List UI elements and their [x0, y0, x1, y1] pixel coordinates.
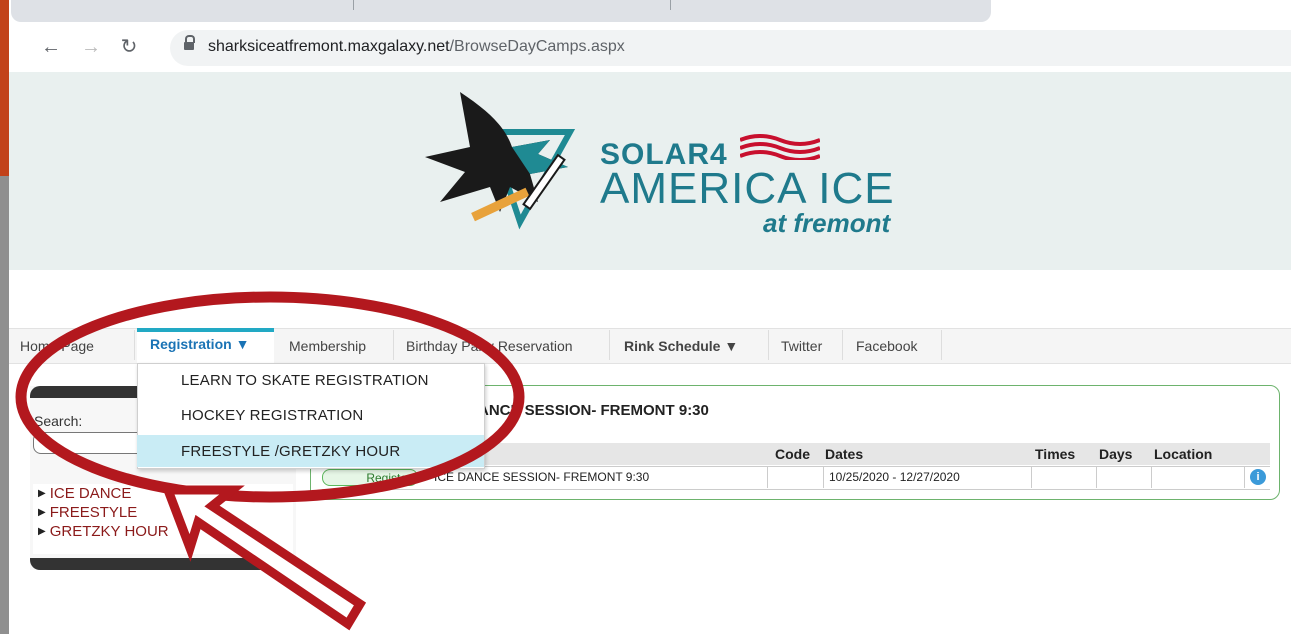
tab-strip[interactable]	[11, 0, 991, 22]
menu-membership[interactable]: Membership	[289, 336, 366, 356]
cell-dates: 10/25/2020 - 12/27/2020	[829, 470, 960, 484]
register-button[interactable]: Register	[322, 469, 418, 486]
dropdown-item-learn-to-skate[interactable]: LEARN TO SKATE REGISTRATION	[181, 372, 429, 389]
menu-separator	[842, 330, 843, 360]
category-link-ice-dance[interactable]: ▶ ICE DANCE	[38, 485, 131, 502]
cell-program-name: ICE DANCE SESSION- FREMONT 9:30	[434, 470, 650, 484]
window-edge-shade	[0, 176, 9, 634]
menu-separator	[393, 330, 394, 360]
dropdown-item-hockey[interactable]: HOCKEY REGISTRATION	[181, 407, 363, 424]
search-label: Search:	[34, 413, 83, 429]
menu-separator	[134, 330, 135, 360]
column-header-location: Location	[1154, 446, 1213, 462]
logo-fremont-text: at fremont	[763, 208, 891, 238]
url-text[interactable]: sharksiceatfremont.maxgalaxy.net/BrowseD…	[208, 38, 625, 56]
info-bubble-icon[interactable]: i	[1250, 469, 1266, 485]
menu-twitter[interactable]: Twitter	[781, 336, 822, 356]
sharks-logo-icon[interactable]	[420, 92, 600, 242]
menu-separator	[768, 330, 769, 360]
column-header-days: Days	[1099, 446, 1133, 462]
url-path: /BrowseDayCamps.aspx	[449, 38, 625, 55]
sidebar-footer	[30, 558, 296, 570]
url-domain: sharksiceatfremont.maxgalaxy.net	[208, 38, 450, 55]
category-label: FREESTYLE	[49, 504, 138, 521]
menu-separator	[941, 330, 942, 360]
category-link-freestyle[interactable]: ▶ FREESTYLE	[38, 504, 137, 521]
cell-divider	[1151, 466, 1152, 488]
tab-separator	[353, 0, 354, 10]
column-header-times: Times	[1035, 446, 1076, 462]
tab-separator	[670, 0, 671, 10]
triangle-right-icon: ▶	[38, 526, 46, 537]
category-label: GRETZKY HOUR	[49, 523, 169, 540]
logo-america-ice-text: AMERICA ICE	[600, 164, 895, 213]
category-link-gretzky-hour[interactable]: ▶ GRETZKY HOUR	[38, 523, 169, 540]
lock-icon[interactable]	[184, 35, 195, 50]
triangle-right-icon: ▶	[38, 488, 46, 499]
back-icon[interactable]: ←	[38, 34, 64, 60]
menu-birthday-party[interactable]: Birthday Party Reservation	[406, 336, 573, 356]
category-label: ICE DANCE	[49, 485, 132, 502]
cell-divider	[767, 466, 768, 488]
flag-stripes-icon	[740, 134, 820, 160]
column-header-dates: Dates	[825, 446, 864, 462]
menu-home[interactable]: Home Page	[20, 336, 94, 356]
cell-divider	[823, 466, 824, 488]
search-input[interactable]	[33, 432, 145, 454]
window-edge-accent	[0, 0, 9, 176]
cell-divider	[1096, 466, 1097, 488]
window-edge	[0, 0, 9, 634]
cell-divider	[1031, 466, 1032, 488]
table-header	[484, 443, 1270, 465]
forward-icon[interactable]: →	[78, 34, 104, 60]
menu-separator	[609, 330, 610, 360]
cell-divider	[1244, 466, 1245, 488]
menu-rink-schedule[interactable]: Rink Schedule ▼	[624, 336, 738, 356]
dropdown-item-freestyle-gretzky[interactable]: FREESTYLE /GRETZKY HOUR	[181, 443, 400, 460]
menu-registration[interactable]: Registration ▼	[150, 336, 249, 352]
column-header-code: Code	[775, 446, 810, 462]
menu-facebook[interactable]: Facebook	[856, 336, 917, 356]
reload-icon[interactable]: ↻	[116, 34, 142, 60]
triangle-right-icon: ▶	[38, 507, 46, 518]
